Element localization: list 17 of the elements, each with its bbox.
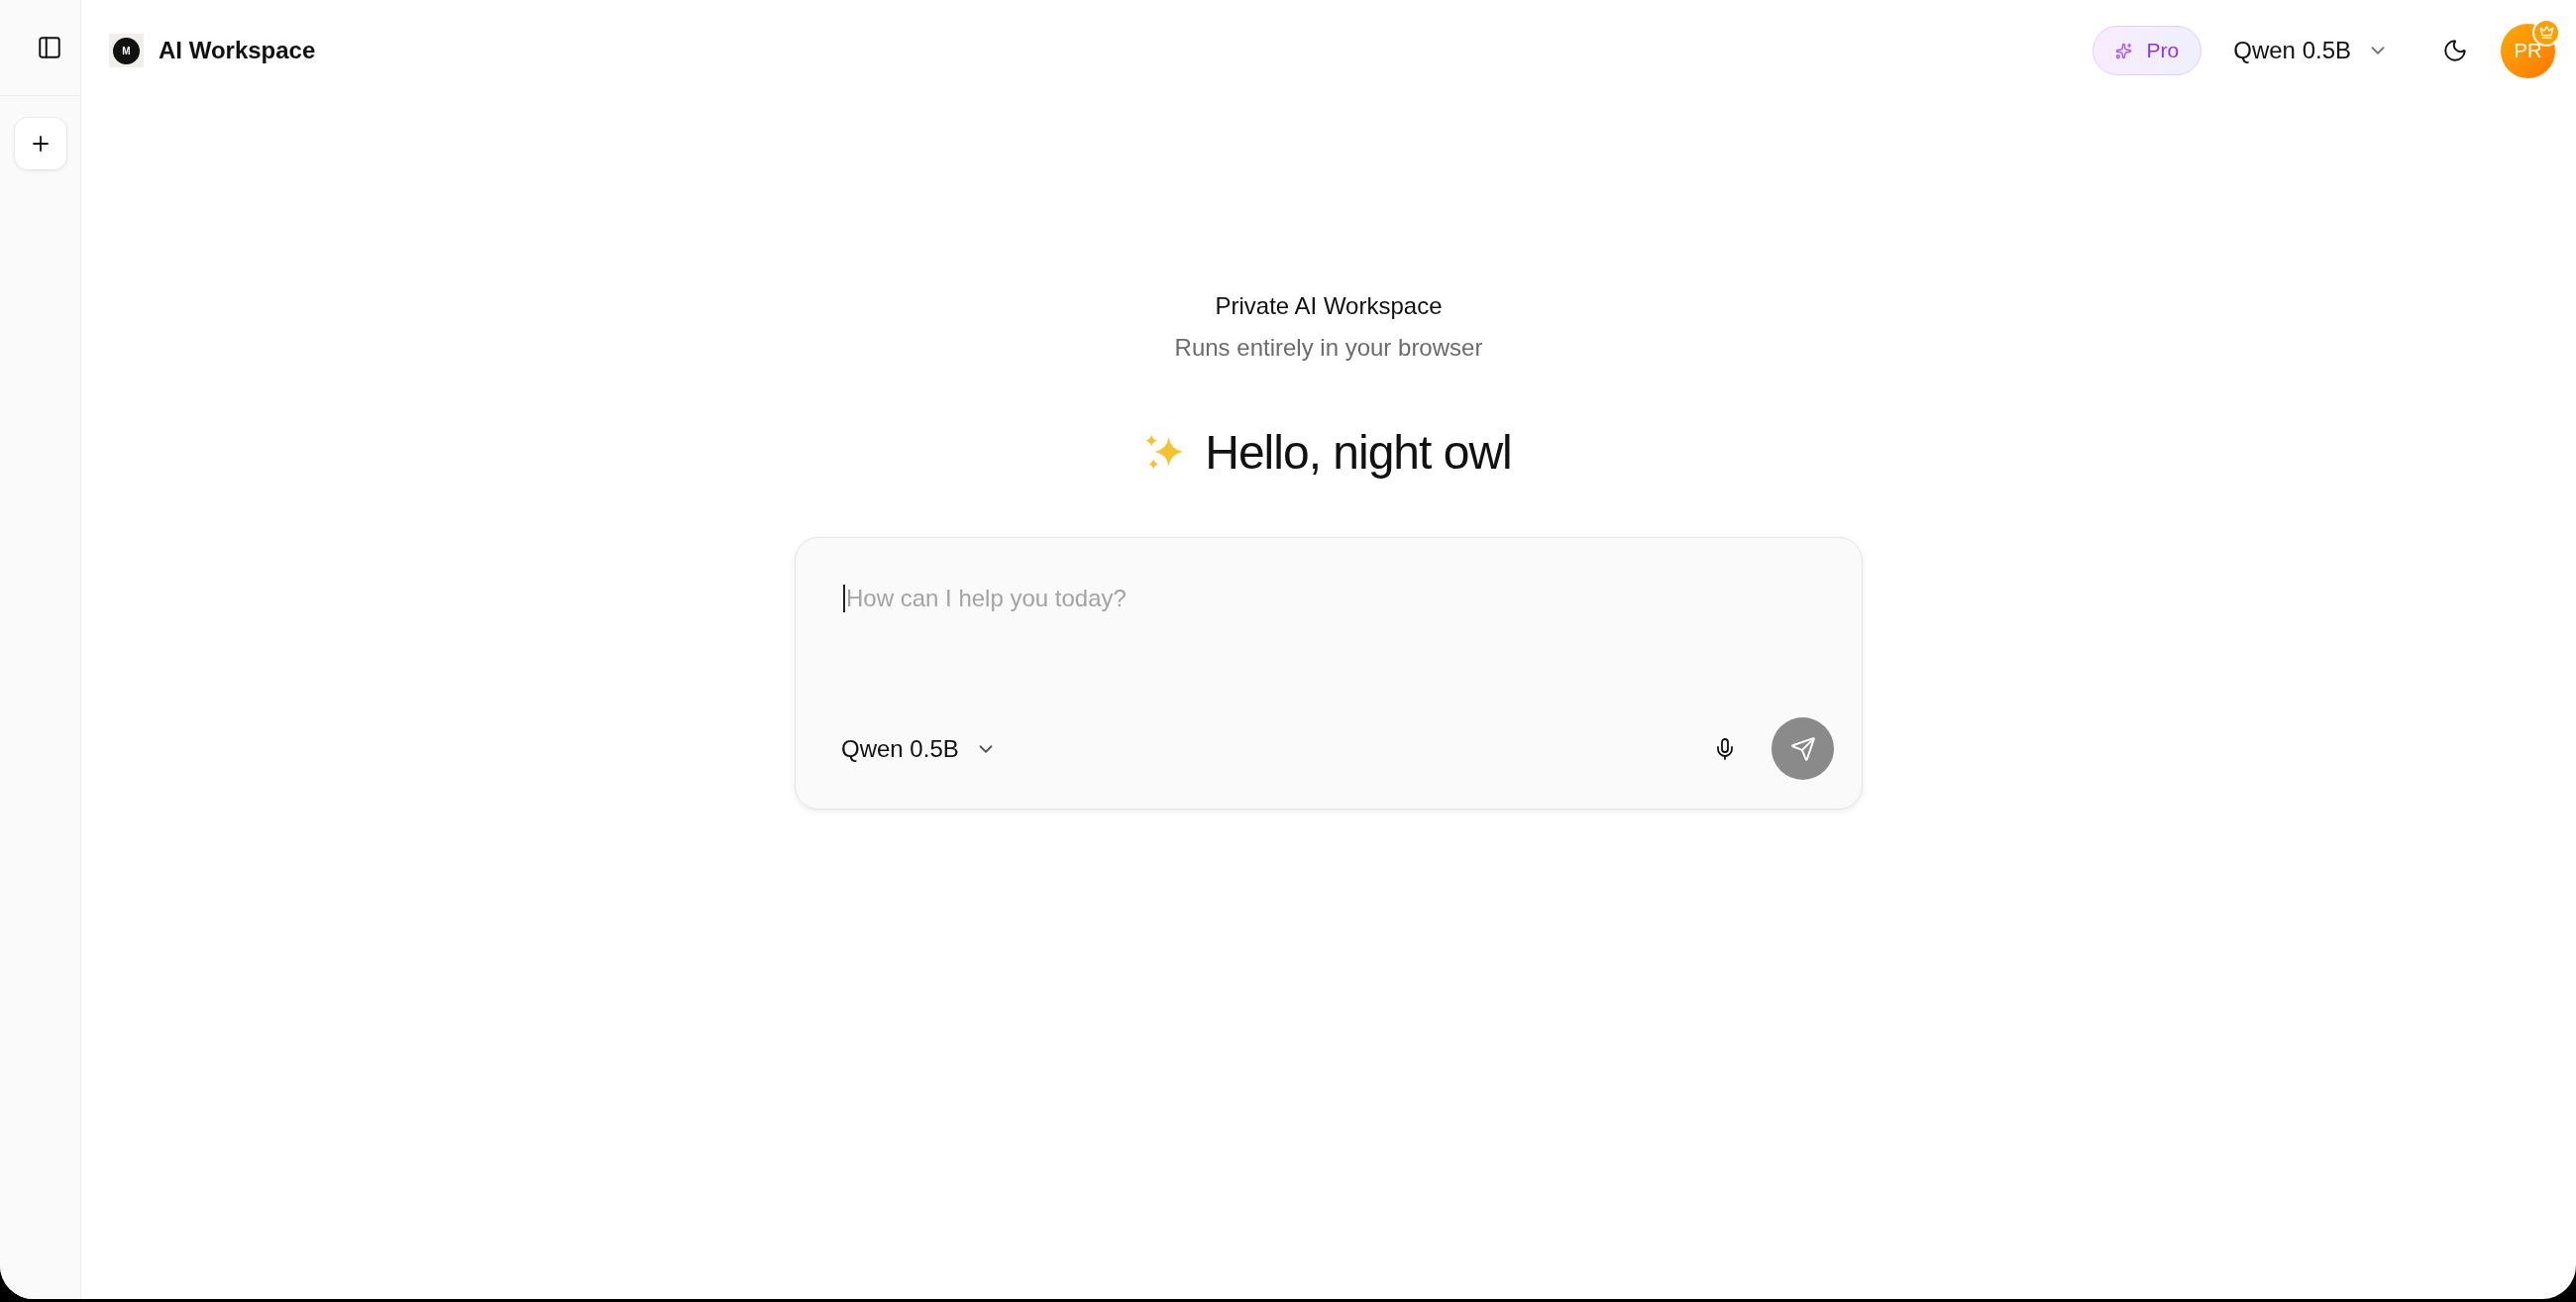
model-selector[interactable]: Qwen 0.5B [2233, 37, 2389, 64]
pro-badge[interactable]: Pro [2092, 26, 2202, 75]
app-logo: M [109, 34, 144, 67]
model-selector[interactable]: Qwen 0.5B [841, 734, 997, 763]
greeting-heading: Hello, night owl [1205, 424, 1512, 480]
sidebar-toggle-icon[interactable] [37, 35, 62, 60]
message-input[interactable]: How can I help you today? [843, 584, 1822, 673]
moon-icon[interactable] [2442, 38, 2468, 63]
text-cursor [843, 585, 845, 612]
sparkles-icon [2114, 42, 2132, 59]
send-icon [1789, 735, 1816, 762]
app-name: AI Workspace [159, 37, 316, 64]
sparkles-icon [1145, 434, 1184, 470]
intro-subtitle: Runs entirely in your browser [1174, 333, 1483, 363]
intro-title: Private AI Workspace [1215, 291, 1443, 321]
new-chat-button[interactable] [15, 118, 66, 169]
message-composer[interactable]: How can I help you today? Qwen 0.5B [795, 537, 1863, 810]
